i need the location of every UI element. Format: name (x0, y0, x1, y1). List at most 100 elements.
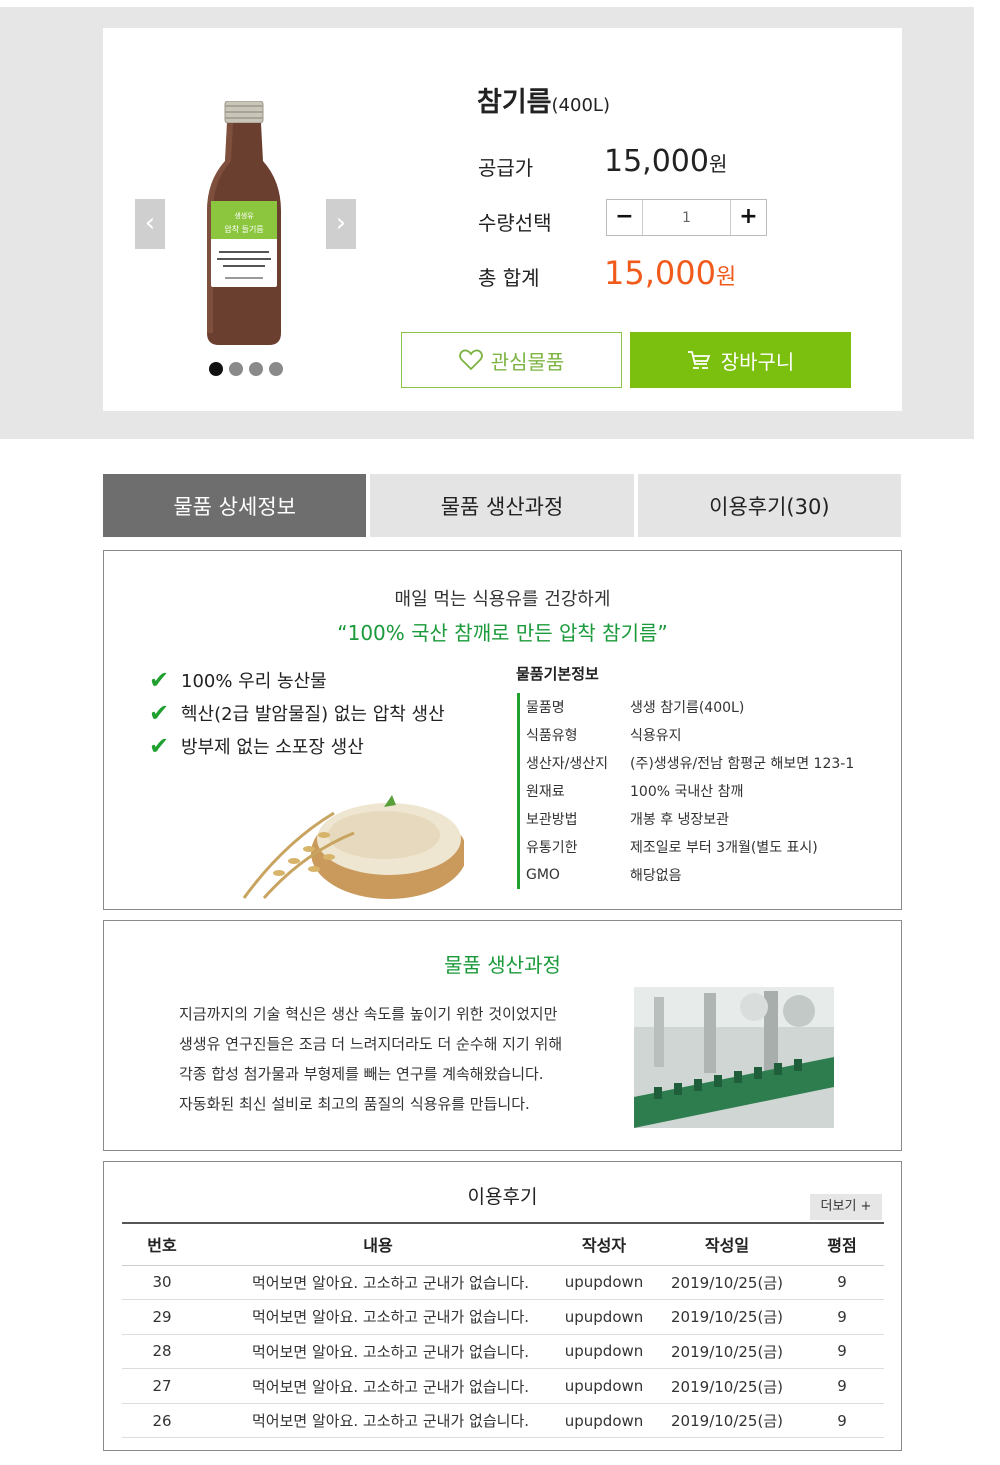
review-rating: 9 (800, 1334, 884, 1370)
total-price-value: 15,000 (604, 254, 716, 292)
quantity-label: 수량선택 (478, 211, 552, 235)
chevron-left-icon[interactable]: ‹ (135, 199, 165, 249)
checkmark-icon: ✔ (149, 665, 170, 694)
review-author: upupdown (554, 1368, 654, 1404)
review-author: upupdown (554, 1403, 654, 1439)
bottle-label-name: 압착 들기름 (224, 225, 263, 234)
chevron-right-icon[interactable]: › (326, 199, 356, 249)
review-content[interactable]: 먹어보면 알아요. 고소하고 군내가 없습니다. (202, 1403, 554, 1439)
review-date: 2019/10/25(금) (654, 1299, 800, 1335)
table-row[interactable]: 27 먹어보면 알아요. 고소하고 군내가 없습니다. upupdown 201… (122, 1368, 884, 1404)
table-row[interactable]: 30 먹어보면 알아요. 고소하고 군내가 없습니다. upupdown 201… (122, 1265, 884, 1301)
review-number: 27 (122, 1368, 202, 1404)
product-volume: (400L) (551, 95, 610, 116)
production-process-panel: 물품 생산과정 지금까지의 기술 혁신은 생산 속도를 높이기 위한 것이었지만… (103, 920, 902, 1151)
total-label: 총 합계 (478, 266, 540, 290)
review-rating: 9 (800, 1299, 884, 1335)
carousel-dot-3[interactable] (249, 362, 263, 376)
table-row[interactable]: 29 먹어보면 알아요. 고소하고 군내가 없습니다. upupdown 201… (122, 1299, 884, 1335)
info-value: 제조일로 부터 3개월(별도 표시) (630, 840, 818, 856)
process-line: 자동화된 최신 설비로 최고의 품질의 식용유를 만듭니다. (179, 1095, 530, 1113)
product-name: 참기름 (477, 87, 552, 118)
carousel-dot-2[interactable] (229, 362, 243, 376)
info-key: 보관방법 (526, 812, 578, 828)
table-row[interactable]: 28 먹어보면 알아요. 고소하고 군내가 없습니다. upupdown 201… (122, 1334, 884, 1370)
feature-text: 헥산(2급 발암물질) 없는 압착 생산 (181, 703, 445, 725)
bottle-label-brand: 생생유 (234, 211, 254, 220)
process-line: 각종 합성 첨가물과 부형제를 빼는 연구를 계속해왔습니다. (179, 1065, 544, 1083)
supply-price-value: 15,000 (604, 144, 709, 179)
factory-line-image (634, 987, 834, 1128)
tab-production-process[interactable]: 물품 생산과정 (370, 474, 634, 537)
quantity-input[interactable] (642, 200, 731, 235)
info-value: 생생 참기름(400L) (630, 700, 745, 716)
quantity-stepper: − + (606, 199, 767, 236)
info-key: GMO (526, 867, 560, 883)
review-content[interactable]: 먹어보면 알아요. 고소하고 군내가 없습니다. (202, 1334, 554, 1370)
checkmark-icon: ✔ (149, 731, 170, 760)
review-content[interactable]: 먹어보면 알아요. 고소하고 군내가 없습니다. (202, 1368, 554, 1404)
supply-price-label: 공급가 (478, 156, 534, 180)
process-line: 지금까지의 기술 혁신은 생산 속도를 높이기 위한 것이었지만 (179, 1005, 558, 1023)
review-date: 2019/10/25(금) (654, 1265, 800, 1301)
feature-item: ✔ 방부제 없는 소포장 생산 (149, 729, 445, 762)
review-rating: 9 (800, 1368, 884, 1404)
table-row[interactable]: 26 먹어보면 알아요. 고소하고 군내가 없습니다. upupdown 201… (122, 1403, 884, 1439)
supply-price: 15,000원 (604, 144, 727, 179)
info-value: 식용유지 (630, 728, 682, 744)
info-row: 물품명 생생 참기름(400L) (520, 693, 890, 721)
tab-reviews[interactable]: 이용후기(30) (637, 474, 901, 537)
review-date: 2019/10/25(금) (654, 1403, 800, 1439)
quantity-increase-button[interactable]: + (731, 200, 766, 235)
detail-headline: “100% 국산 참깨로 만든 압착 참기름” (337, 621, 668, 645)
feature-item: ✔ 헥산(2급 발암물질) 없는 압착 생산 (149, 696, 445, 729)
review-date: 2019/10/25(금) (654, 1334, 800, 1370)
column-header: 내용 (202, 1222, 554, 1266)
feature-checklist: ✔ 100% 우리 농산물 ✔ 헥산(2급 발암물질) 없는 압착 생산 ✔ 방부제 … (149, 663, 445, 762)
review-rating: 9 (800, 1265, 884, 1301)
carousel-dots (209, 362, 283, 376)
review-number: 26 (122, 1403, 202, 1439)
review-date: 2019/10/25(금) (654, 1368, 800, 1404)
process-description: 지금까지의 기술 혁신은 생산 속도를 높이기 위한 것이었지만 생생유 연구진… (179, 999, 609, 1119)
add-to-cart-button[interactable]: 장바구니 (630, 332, 851, 388)
review-number: 29 (122, 1299, 202, 1335)
basic-info-title: 물품기본정보 (516, 665, 599, 683)
tab-product-detail[interactable]: 물품 상세정보 (103, 474, 367, 537)
add-to-cart-label: 장바구니 (720, 349, 795, 374)
heart-icon (458, 349, 483, 371)
review-number: 28 (122, 1334, 202, 1370)
review-author: upupdown (554, 1334, 654, 1370)
review-content[interactable]: 먹어보면 알아요. 고소하고 군내가 없습니다. (202, 1299, 554, 1335)
info-key: 물품명 (526, 700, 565, 716)
column-header: 작성일 (654, 1222, 800, 1266)
wishlist-label: 관심물품 (490, 349, 565, 374)
detail-subtitle: 매일 먹는 식용유를 건강하게 (394, 589, 611, 610)
feature-text: 100% 우리 농산물 (181, 670, 327, 692)
process-title: 물품 생산과정 (444, 953, 561, 977)
review-number: 30 (122, 1265, 202, 1301)
info-row: GMO 해당없음 (520, 861, 890, 889)
review-author: upupdown (554, 1299, 654, 1335)
sesame-bowl-image (242, 795, 464, 899)
carousel-dot-4[interactable] (269, 362, 283, 376)
table-header-row: 번호 내용 작성자 작성일 평점 (122, 1222, 884, 1266)
total-price-unit: 원 (715, 265, 737, 290)
feature-text: 방부제 없는 소포장 생산 (181, 736, 364, 758)
info-value: 해당없음 (630, 868, 682, 884)
feature-item: ✔ 100% 우리 농산물 (149, 663, 445, 696)
column-header: 작성자 (554, 1222, 654, 1266)
carousel-dot-1[interactable] (209, 362, 223, 376)
quantity-decrease-button[interactable]: − (607, 200, 642, 235)
info-key: 식품유형 (526, 728, 578, 744)
wishlist-button[interactable]: 관심물품 (401, 332, 622, 388)
more-reviews-button[interactable]: 더보기 + (810, 1194, 882, 1220)
checkmark-icon: ✔ (149, 698, 170, 727)
product-title: 참기름(400L) (477, 80, 610, 119)
info-value: (주)생생유/전남 함평군 해보면 123-1 (630, 756, 855, 772)
review-content[interactable]: 먹어보면 알아요. 고소하고 군내가 없습니다. (202, 1265, 554, 1301)
info-row: 보관방법 개봉 후 냉장보관 (520, 805, 890, 833)
info-row: 생산자/생산지 (주)생생유/전남 함평군 해보면 123-1 (520, 749, 890, 777)
reviews-table: 번호 내용 작성자 작성일 평점 30 먹어보면 알아요. 고소하고 군내가 없… (122, 1222, 884, 1439)
info-key: 생산자/생산지 (526, 756, 608, 772)
